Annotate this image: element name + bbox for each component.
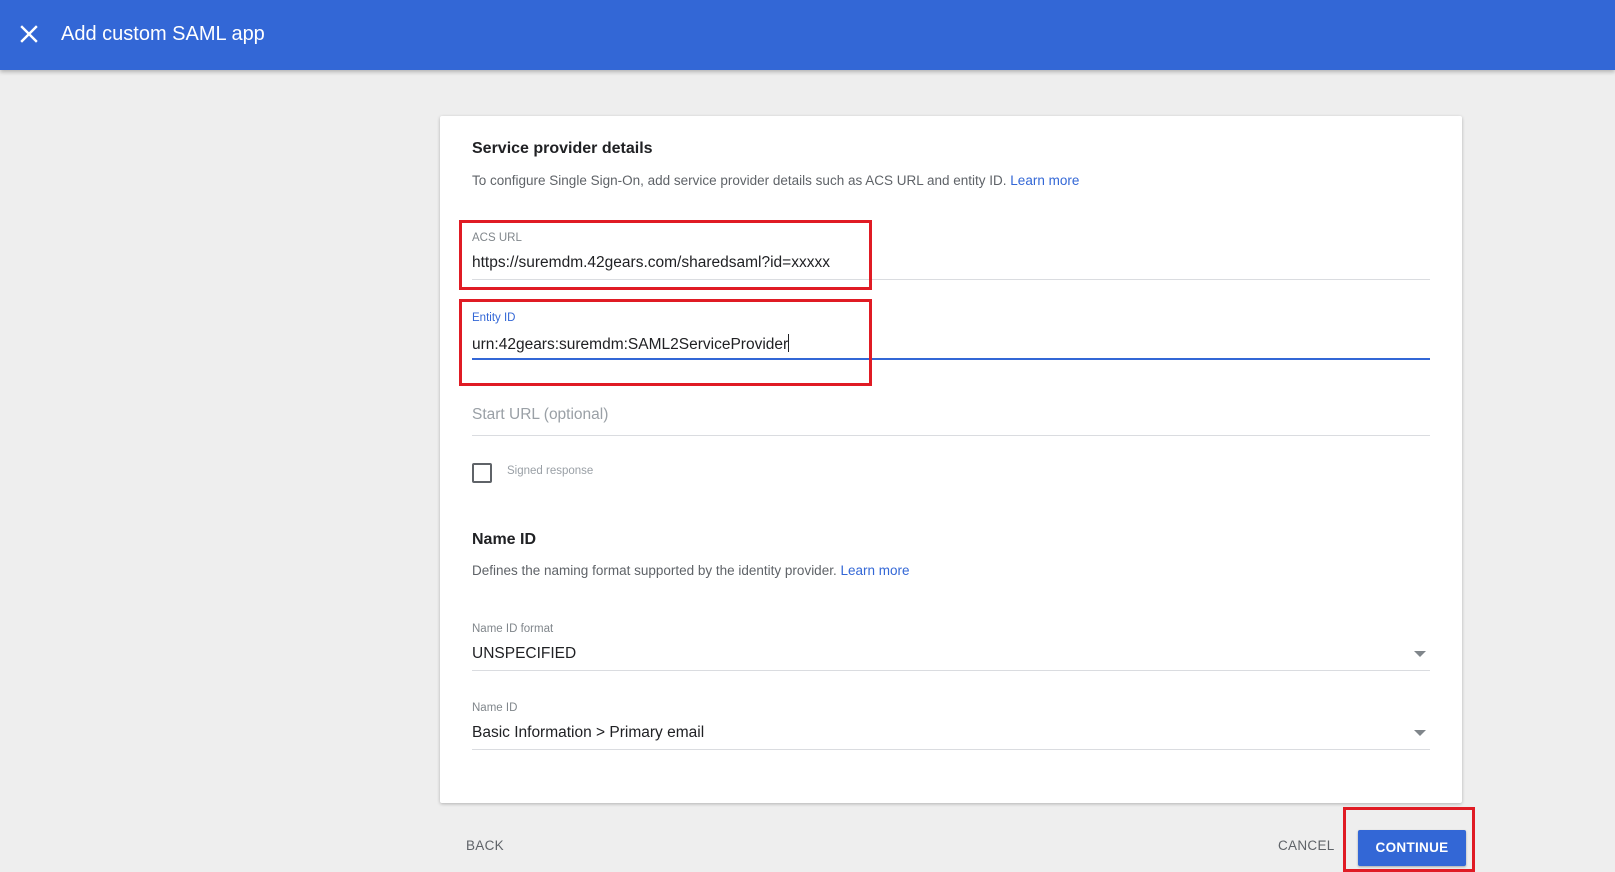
entity-id-field[interactable]: Entity ID urn:42gears:suremdm:SAML2Servi… <box>472 312 1430 360</box>
start-url-underline <box>472 435 1430 436</box>
name-id-select[interactable]: Name ID Basic Information > Primary emai… <box>472 702 1430 750</box>
close-button[interactable] <box>17 22 41 46</box>
name-id-format-label: Name ID format <box>472 623 554 635</box>
service-provider-title: Service provider details <box>472 140 653 157</box>
signed-response-checkbox[interactable] <box>472 463 492 483</box>
acs-url-field[interactable]: ACS URL https://suremdm.42gears.com/shar… <box>472 232 1430 280</box>
saml-config-card: Service provider details To configure Si… <box>440 116 1462 803</box>
start-url-input[interactable]: Start URL (optional) <box>472 406 608 424</box>
start-url-field[interactable]: Start URL (optional) <box>472 406 1430 436</box>
service-provider-description: To configure Single Sign-On, add service… <box>472 173 1079 188</box>
name-id-description-text: Defines the naming format supported by t… <box>472 563 837 578</box>
name-id-description: Defines the naming format supported by t… <box>472 563 910 578</box>
acs-url-input[interactable]: https://suremdm.42gears.com/sharedsaml?i… <box>472 254 830 272</box>
continue-button[interactable]: CONTINUE <box>1358 830 1466 866</box>
name-id-section-title: Name ID <box>472 531 537 548</box>
name-id-learn-more-link[interactable]: Learn more <box>840 563 909 578</box>
name-id-format-select[interactable]: Name ID format UNSPECIFIED <box>472 623 1430 671</box>
service-provider-description-text: To configure Single Sign-On, add service… <box>472 173 1007 188</box>
text-cursor <box>788 334 790 352</box>
entity-id-label: Entity ID <box>472 312 516 324</box>
chevron-down-icon[interactable] <box>1414 651 1426 657</box>
name-id-format-value: UNSPECIFIED <box>472 645 577 662</box>
cancel-button[interactable]: CANCEL <box>1278 838 1335 853</box>
acs-url-underline <box>472 279 1430 280</box>
entity-id-underline <box>472 358 1430 360</box>
page-title: Add custom SAML app <box>61 23 265 45</box>
name-id-value: Basic Information > Primary email <box>472 724 705 741</box>
app-header: Add custom SAML app <box>0 0 1615 70</box>
close-icon <box>20 25 38 43</box>
back-button[interactable]: BACK <box>466 838 504 853</box>
name-id-underline <box>472 749 1430 750</box>
service-provider-learn-more-link[interactable]: Learn more <box>1010 173 1079 188</box>
chevron-down-icon[interactable] <box>1414 730 1426 736</box>
entity-id-input[interactable]: urn:42gears:suremdm:SAML2ServiceProvider <box>472 334 790 354</box>
name-id-label: Name ID <box>472 702 518 714</box>
name-id-format-underline <box>472 670 1430 671</box>
signed-response-label: Signed response <box>507 465 594 477</box>
acs-url-label: ACS URL <box>472 232 522 244</box>
entity-id-value: urn:42gears:suremdm:SAML2ServiceProvider <box>472 336 789 353</box>
